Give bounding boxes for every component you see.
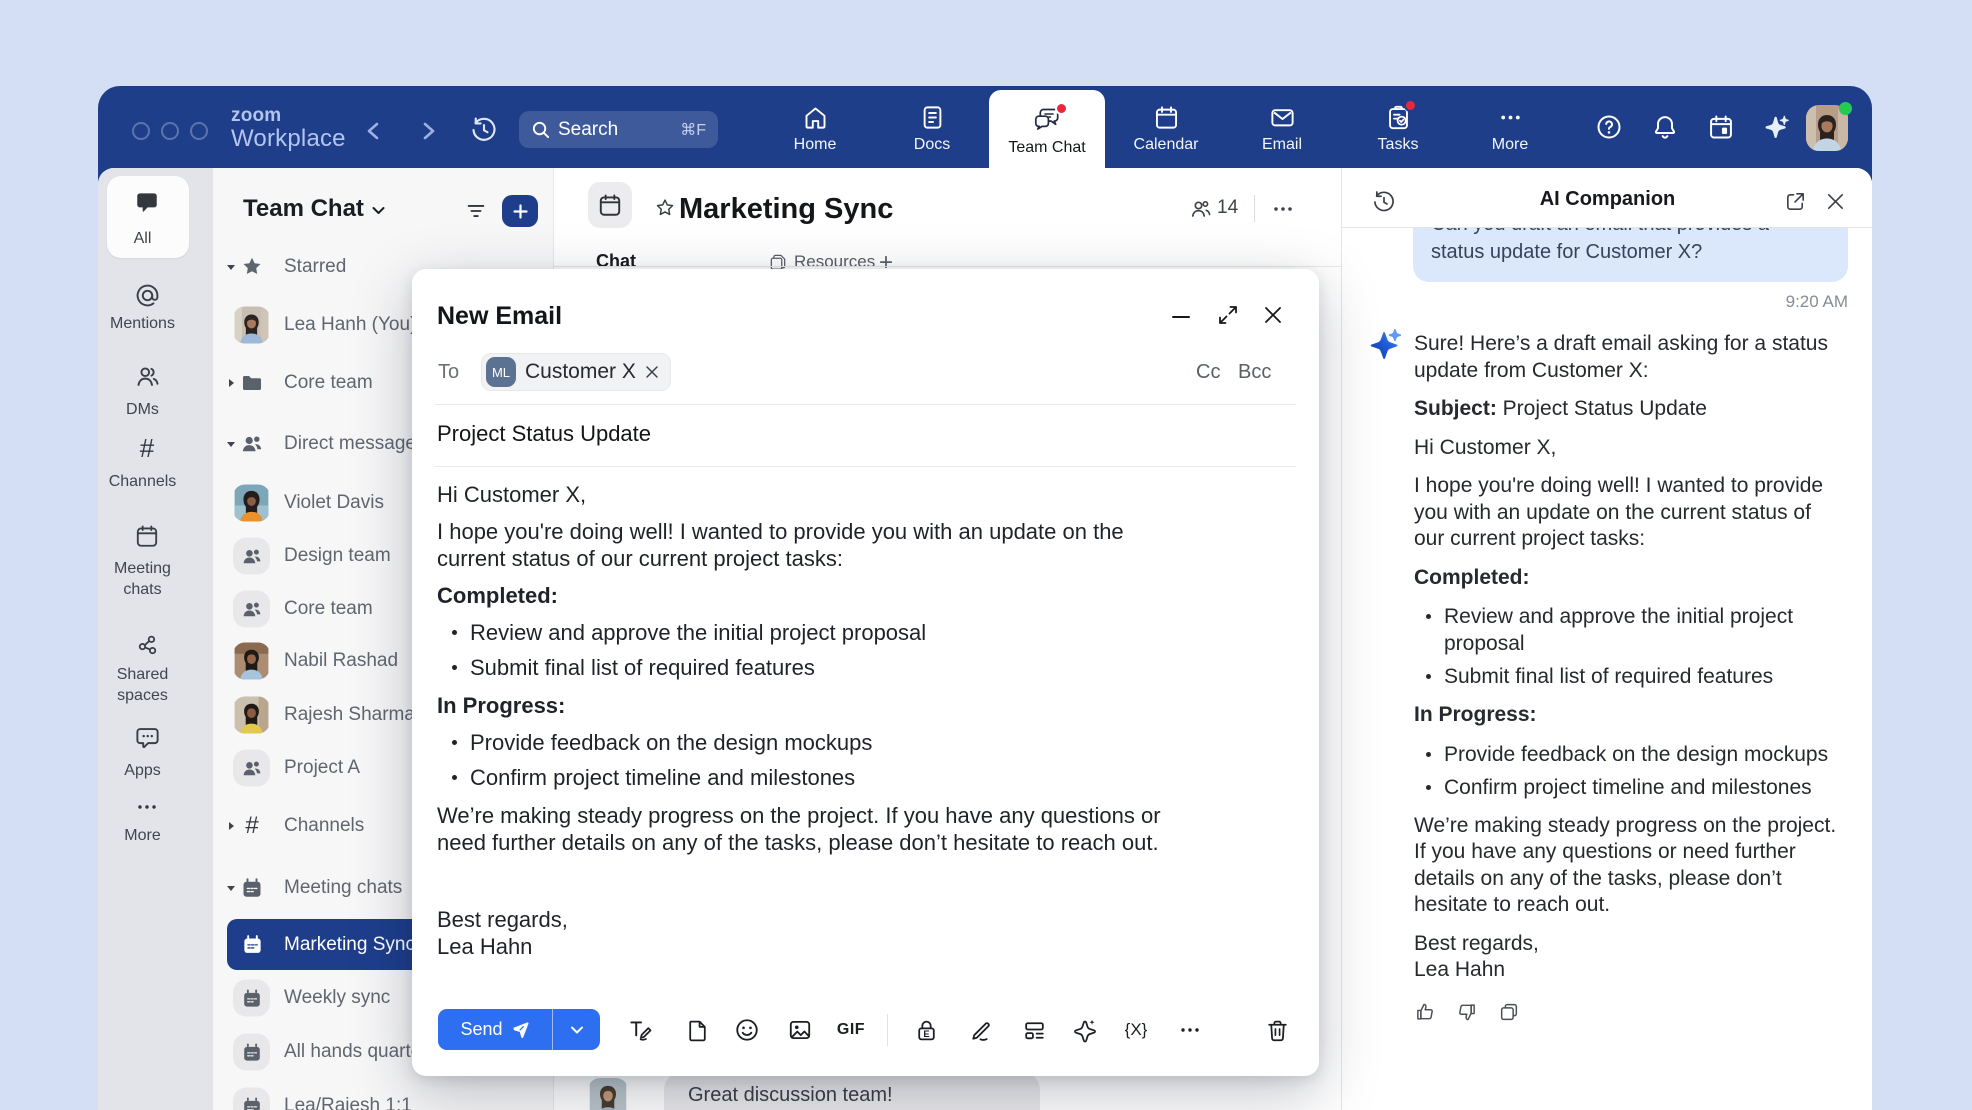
svg-text:E: E xyxy=(923,1029,929,1039)
